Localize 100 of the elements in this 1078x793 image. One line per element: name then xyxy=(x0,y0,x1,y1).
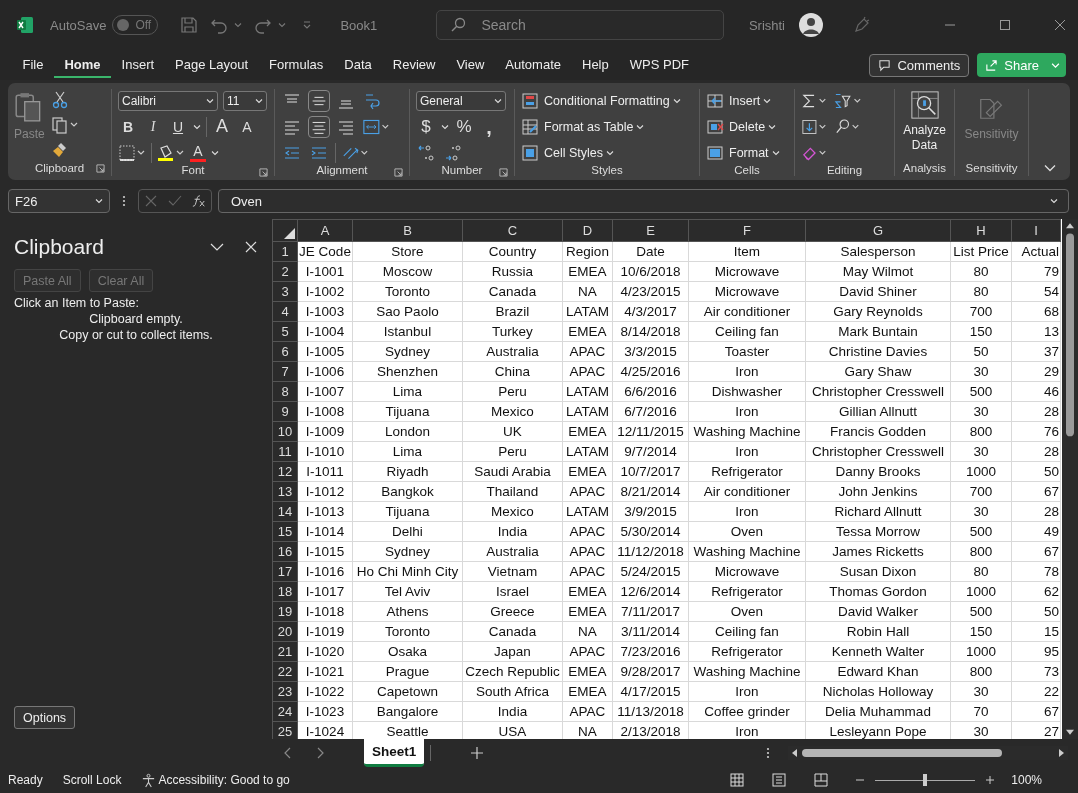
font-size-dropdown[interactable]: 11 xyxy=(223,90,267,111)
comments-button[interactable]: Comments xyxy=(869,53,970,77)
row-header[interactable]: 8 xyxy=(272,381,298,402)
column-header[interactable]: F xyxy=(688,219,806,242)
column-header[interactable]: C xyxy=(462,219,563,242)
increase-font-size-button[interactable]: A xyxy=(212,116,232,137)
caret-icon[interactable] xyxy=(234,21,243,29)
options-button[interactable]: Options xyxy=(14,706,76,729)
caret-icon[interactable] xyxy=(278,21,287,29)
row-header[interactable]: 18 xyxy=(272,581,298,602)
underline-button[interactable]: U xyxy=(168,118,188,135)
menu-tab[interactable]: Automate xyxy=(494,52,572,78)
row-header[interactable]: 13 xyxy=(272,481,298,502)
font-name-dropdown[interactable]: Calibri xyxy=(118,90,218,111)
zoom-in-icon[interactable] xyxy=(985,775,996,785)
row-header[interactable]: 23 xyxy=(272,681,298,702)
menu-tab[interactable]: WPS PDF xyxy=(619,52,700,78)
menu-tab[interactable]: Insert xyxy=(111,52,165,78)
row-header[interactable]: 4 xyxy=(272,301,298,322)
caret-icon[interactable] xyxy=(211,148,219,157)
normal-view-icon[interactable] xyxy=(729,772,746,788)
menu-tab[interactable]: Formulas xyxy=(258,52,334,78)
row-header[interactable]: 19 xyxy=(272,601,298,622)
dialog-launcher-icon[interactable] xyxy=(259,168,268,177)
row-header[interactable]: 15 xyxy=(272,521,298,542)
row-header[interactable]: 5 xyxy=(272,321,298,342)
cells-menu-button[interactable]: Format xyxy=(729,145,780,160)
collapse-ribbon-icon[interactable] xyxy=(1043,164,1056,172)
align-center-icon[interactable] xyxy=(308,115,330,138)
decrease-font-size-button[interactable]: A xyxy=(237,118,257,135)
currency-button[interactable]: $ xyxy=(416,116,436,137)
cells-menu-button[interactable]: Delete xyxy=(729,119,777,134)
merge-cells-icon[interactable] xyxy=(362,117,390,136)
cells-menu-button[interactable]: Insert xyxy=(729,93,772,108)
menu-tab[interactable]: Home xyxy=(53,52,112,78)
search-field[interactable]: Search xyxy=(436,10,725,40)
styles-menu-button[interactable]: Conditional Formatting xyxy=(544,93,681,108)
analyze-data-button[interactable]: Analyze Data xyxy=(901,89,948,153)
accessibility-icon[interactable] xyxy=(141,772,157,788)
column-header[interactable]: D xyxy=(562,219,613,242)
page-break-icon[interactable] xyxy=(813,772,830,788)
styles-menu-button[interactable]: Cell Styles xyxy=(544,145,615,160)
column-header[interactable]: B xyxy=(352,219,463,242)
font-color-button[interactable]: A xyxy=(190,143,206,162)
cancel-icon[interactable] xyxy=(144,194,158,208)
row-header[interactable]: 16 xyxy=(272,541,298,562)
dialog-launcher-icon[interactable] xyxy=(96,164,105,173)
sort-filter-icon[interactable] xyxy=(834,91,862,110)
copy-icon[interactable] xyxy=(50,116,79,134)
column-header[interactable]: G xyxy=(805,219,951,242)
caret-icon[interactable] xyxy=(441,122,449,131)
row-header[interactable]: 10 xyxy=(272,421,298,442)
formula-input[interactable]: Oven xyxy=(218,189,1069,213)
name-box[interactable]: F26 xyxy=(8,189,110,213)
caret-icon[interactable] xyxy=(193,122,201,131)
sheet-tab[interactable]: Sheet1 xyxy=(364,739,425,767)
column-header[interactable]: A xyxy=(297,219,353,242)
insert-function-icon[interactable] xyxy=(192,194,206,208)
scissors-icon[interactable] xyxy=(50,91,69,109)
percent-button[interactable]: % xyxy=(454,116,474,137)
column-header[interactable]: I xyxy=(1011,219,1061,242)
row-header[interactable]: 9 xyxy=(272,401,298,422)
row-header[interactable]: 1 xyxy=(272,241,298,262)
number-format-dropdown[interactable]: General xyxy=(416,90,506,111)
row-header[interactable]: 6 xyxy=(272,341,298,362)
column-header[interactable]: E xyxy=(612,219,689,242)
close-icon[interactable] xyxy=(1054,19,1066,31)
accessibility-status[interactable]: Accessibility: Good to go xyxy=(158,773,290,787)
customize-toolbar-icon[interactable] xyxy=(302,20,313,30)
row-header[interactable]: 20 xyxy=(272,621,298,642)
menu-tab[interactable]: Review xyxy=(382,52,446,78)
menu-tab[interactable]: Data xyxy=(333,52,383,78)
add-sheet-icon[interactable] xyxy=(471,747,484,759)
row-header[interactable]: 3 xyxy=(272,281,298,302)
dialog-launcher-icon[interactable] xyxy=(394,168,403,177)
page-layout-icon[interactable] xyxy=(771,772,788,788)
dialog-launcher-icon[interactable] xyxy=(499,168,508,177)
fill-color-icon[interactable] xyxy=(157,143,185,162)
italic-button[interactable]: I xyxy=(143,118,163,135)
pen-icon[interactable] xyxy=(853,16,871,34)
borders-icon[interactable] xyxy=(118,143,146,162)
row-header[interactable]: 21 xyxy=(272,641,298,662)
row-header[interactable]: 22 xyxy=(272,661,298,682)
avatar[interactable] xyxy=(799,13,823,37)
more-icon[interactable] xyxy=(766,746,770,760)
more-icon[interactable] xyxy=(122,194,126,208)
row-header[interactable]: 12 xyxy=(272,461,298,482)
column-header[interactable]: H xyxy=(950,219,1012,242)
row-header[interactable]: 11 xyxy=(272,441,298,462)
fill-down-icon[interactable] xyxy=(801,117,829,136)
next-sheet-icon[interactable] xyxy=(315,747,325,759)
row-header[interactable]: 7 xyxy=(272,361,298,382)
save-icon[interactable] xyxy=(180,16,199,34)
row-header[interactable]: 17 xyxy=(272,561,298,582)
align-middle-icon[interactable] xyxy=(308,89,330,112)
row-header[interactable]: 2 xyxy=(272,261,298,282)
maximize-icon[interactable] xyxy=(999,19,1011,31)
row-header[interactable]: 24 xyxy=(272,701,298,722)
menu-tab[interactable]: Help xyxy=(571,52,620,78)
row-header[interactable]: 14 xyxy=(272,501,298,522)
